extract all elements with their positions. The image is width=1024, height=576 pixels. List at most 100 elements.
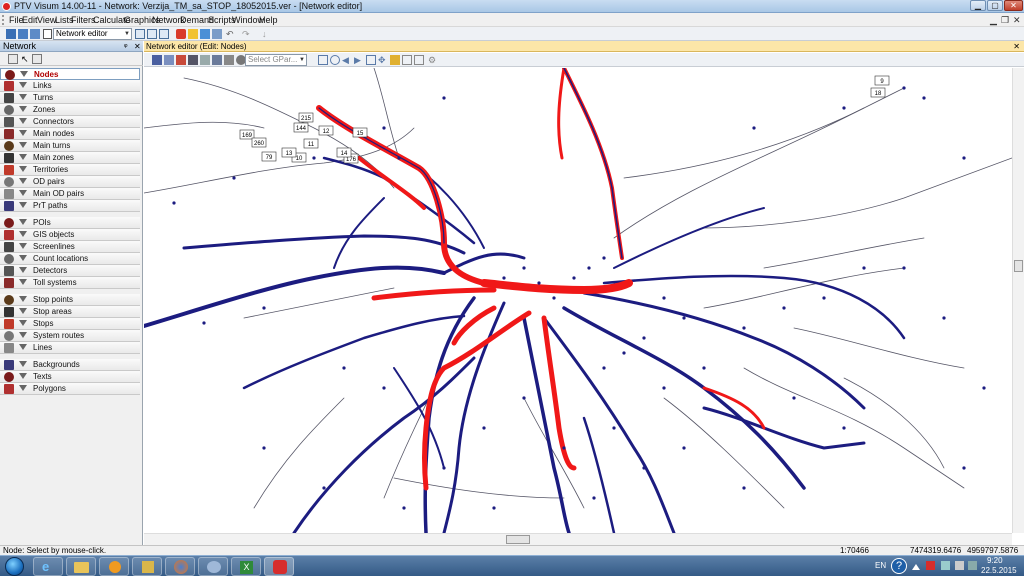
network-node[interactable]: [402, 506, 406, 510]
network-item-pois[interactable]: POIs: [0, 217, 140, 229]
maximize-button[interactable]: ▢: [987, 0, 1003, 11]
filter-funnel-icon[interactable]: [19, 296, 27, 302]
list-icon[interactable]: [212, 29, 222, 39]
zoom-icon[interactable]: [330, 55, 340, 65]
map-label[interactable]: 11: [303, 138, 319, 149]
filter-funnel-icon[interactable]: [19, 94, 27, 100]
explorer-button[interactable]: [66, 557, 96, 576]
volume-band[interactable]: [557, 68, 566, 160]
network-node[interactable]: [482, 426, 486, 430]
network-item-stop-points[interactable]: Stop points: [0, 294, 140, 306]
disk-icon[interactable]: [200, 29, 210, 39]
minor-link[interactable]: [703, 267, 905, 309]
network-item-stop-areas[interactable]: Stop areas: [0, 306, 140, 318]
network-node[interactable]: [522, 266, 526, 270]
network-node[interactable]: [592, 496, 596, 500]
filter-funnel-icon[interactable]: [19, 385, 27, 391]
network-item-territories[interactable]: Territories: [0, 164, 140, 176]
network-node[interactable]: [262, 306, 266, 310]
trunk-link[interactable]: [563, 68, 623, 259]
filter-funnel-icon[interactable]: [19, 154, 27, 160]
map-label[interactable]: 13: [281, 147, 297, 158]
network-item-backgrounds[interactable]: Backgrounds: [0, 359, 140, 371]
volume-band[interactable]: [480, 279, 633, 294]
network-icon[interactable]: [941, 561, 950, 570]
export-icon[interactable]: [224, 55, 234, 65]
mdi-restore-button[interactable]: ❐: [1001, 14, 1009, 26]
pointer-icon[interactable]: ↓: [262, 29, 272, 39]
network-map[interactable]: 9 18 169 176 144 215 260 79 10 11 12 13 14 15: [144, 68, 1012, 533]
minor-link[interactable]: [393, 477, 565, 499]
network-node[interactable]: [552, 296, 556, 300]
editor-window-icon[interactable]: [43, 29, 52, 39]
filter-funnel-icon[interactable]: [19, 219, 27, 225]
vertical-scrollbar[interactable]: [1012, 68, 1024, 533]
filter-icon[interactable]: [176, 55, 186, 65]
pick-tool-icon[interactable]: [32, 54, 42, 64]
app-button-4[interactable]: [132, 557, 162, 576]
map-label[interactable]: 215: [298, 112, 314, 123]
app-button-6[interactable]: [198, 557, 228, 576]
network-item-count-locations[interactable]: Count locations: [0, 253, 140, 265]
network-node[interactable]: [782, 306, 786, 310]
network-node[interactable]: [902, 266, 906, 270]
minor-link[interactable]: [253, 397, 345, 509]
editor-close-button[interactable]: ✕: [1013, 41, 1020, 52]
network-item-od-pairs[interactable]: OD pairs: [0, 176, 140, 188]
media-player-button[interactable]: [99, 557, 129, 576]
network-item-connectors[interactable]: Connectors: [0, 116, 140, 128]
network-node[interactable]: [262, 446, 266, 450]
menu-edit[interactable]: Edit: [22, 13, 38, 27]
network-node[interactable]: [922, 96, 926, 100]
filter-funnel-icon[interactable]: [19, 373, 27, 379]
network-node[interactable]: [612, 426, 616, 430]
network-node[interactable]: [442, 466, 446, 470]
network-node[interactable]: [662, 386, 666, 390]
network-node[interactable]: [172, 201, 176, 205]
network-item-polygons[interactable]: Polygons: [0, 383, 140, 395]
firefox-button[interactable]: [165, 557, 195, 576]
network-node[interactable]: [602, 256, 606, 260]
volume-band[interactable]: [316, 105, 487, 286]
network-node[interactable]: [742, 486, 746, 490]
delete-icon[interactable]: [176, 29, 186, 39]
minor-link[interactable]: [144, 121, 265, 129]
minor-link[interactable]: [613, 87, 905, 239]
network-item-nodes[interactable]: Nodes: [0, 68, 140, 80]
horizontal-scroll-thumb[interactable]: [506, 535, 530, 544]
network-icon[interactable]: [152, 55, 162, 65]
network-item-prt-paths[interactable]: PrT paths: [0, 200, 140, 212]
network-node[interactable]: [682, 446, 686, 450]
network-node[interactable]: [842, 106, 846, 110]
filter-funnel-icon[interactable]: [19, 255, 27, 261]
tray-app-icon[interactable]: [926, 561, 935, 570]
network-node[interactable]: [902, 86, 906, 90]
layout-3-icon[interactable]: [159, 29, 169, 39]
language-indicator[interactable]: EN: [875, 561, 886, 571]
internet-explorer-button[interactable]: e: [33, 557, 63, 576]
network-item-screenlines[interactable]: Screenlines: [0, 241, 140, 253]
network-item-links[interactable]: Links: [0, 80, 140, 92]
trunk-link[interactable]: [292, 356, 476, 533]
network-node[interactable]: [382, 386, 386, 390]
minor-link[interactable]: [763, 237, 925, 269]
network-node[interactable]: [982, 386, 986, 390]
save-version-icon[interactable]: [30, 29, 40, 39]
filter-funnel-icon[interactable]: [19, 202, 27, 208]
network-node[interactable]: [962, 156, 966, 160]
mdi-minimize-button[interactable]: ▁: [990, 14, 997, 26]
minor-link[interactable]: [743, 367, 965, 489]
network-item-texts[interactable]: Texts: [0, 371, 140, 383]
network-node[interactable]: [322, 486, 326, 490]
pan-icon[interactable]: ✥: [378, 55, 388, 65]
trunk-link[interactable]: [182, 234, 466, 255]
network-item-gis-objects[interactable]: GIS objects: [0, 229, 140, 241]
network-item-main-zones[interactable]: Main zones: [0, 152, 140, 164]
legend-icon[interactable]: [200, 55, 210, 65]
filter-funnel-icon[interactable]: [19, 320, 27, 326]
filter-funnel-icon[interactable]: [19, 361, 27, 367]
list-view-icon[interactable]: [164, 55, 174, 65]
map-label[interactable]: 12: [318, 125, 334, 136]
map-label[interactable]: 169: [239, 129, 255, 140]
menu-view[interactable]: View: [37, 13, 56, 27]
